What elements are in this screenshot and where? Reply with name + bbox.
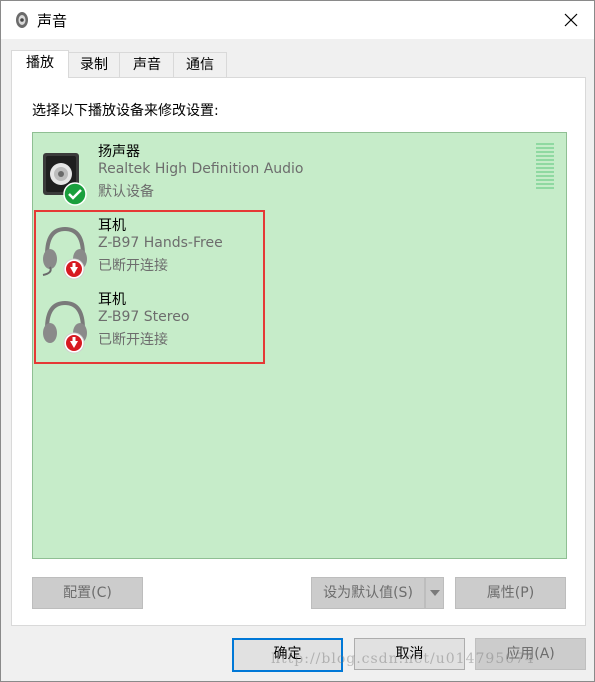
window-title: 声音	[37, 12, 68, 30]
speaker-icon	[16, 12, 28, 28]
device-status: 默认设备	[98, 184, 154, 200]
sound-dialog: 声音 播放 录制 声音 通信 选择以下播放设备来修改设置: 扬声器 Realte…	[0, 0, 595, 682]
volume-level-meter	[536, 143, 554, 191]
annotation-highlight-box	[34, 210, 265, 364]
set-default-dropdown[interactable]	[425, 577, 444, 609]
list-item-speakers[interactable]: 扬声器 Realtek High Definition Audio 默认设备	[33, 141, 333, 211]
device-name: 扬声器	[98, 144, 140, 160]
ok-button[interactable]: 确定	[232, 638, 343, 672]
set-default-button[interactable]: 设为默认值(S)	[311, 577, 425, 609]
set-default-split-button[interactable]: 设为默认值(S)	[311, 577, 444, 609]
instruction-text: 选择以下播放设备来修改设置:	[32, 103, 219, 119]
playback-panel: 选择以下播放设备来修改设置: 扬声器 Realtek High Definiti…	[11, 77, 586, 626]
device-description: Realtek High Definition Audio	[98, 161, 304, 177]
configure-button[interactable]: 配置(C)	[32, 577, 143, 609]
properties-button[interactable]: 属性(P)	[455, 577, 566, 609]
apply-button[interactable]: 应用(A)	[475, 638, 586, 670]
close-button[interactable]	[548, 1, 594, 39]
tab-recording[interactable]: 录制	[67, 52, 121, 77]
tab-playback[interactable]: 播放	[11, 50, 69, 78]
title-bar[interactable]: 声音	[1, 1, 594, 39]
cancel-button[interactable]: 取消	[354, 638, 465, 670]
tab-sounds[interactable]: 声音	[119, 52, 175, 77]
close-icon	[564, 13, 578, 27]
tab-communications[interactable]: 通信	[173, 52, 227, 77]
device-list[interactable]: 扬声器 Realtek High Definition Audio 默认设备 耳…	[32, 132, 567, 559]
default-check-icon	[63, 182, 87, 206]
chevron-down-icon	[429, 590, 440, 596]
